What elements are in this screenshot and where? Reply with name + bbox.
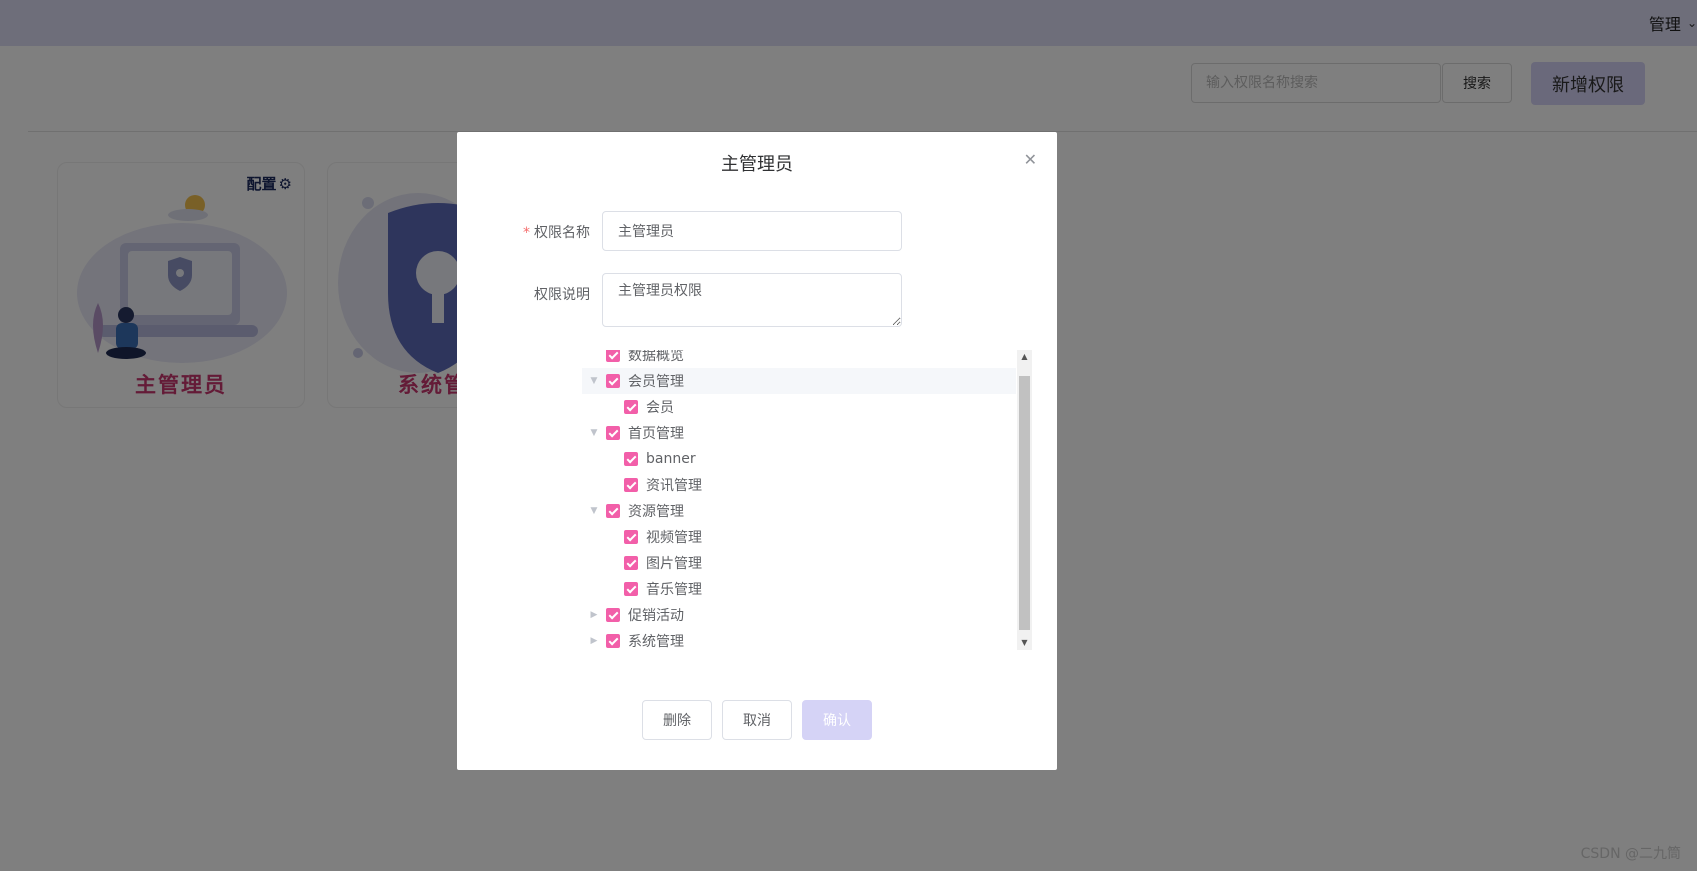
caret-spacer: ▶ bbox=[600, 584, 624, 594]
tree-node[interactable]: ▶ 促销活动 bbox=[582, 602, 1016, 628]
permission-desc-label: 权限说明 bbox=[534, 287, 590, 303]
permission-name-label: * 权限名称 bbox=[497, 222, 590, 242]
permission-dialog: 主管理员 ✕ *权限名称 权限说明 主管理员权限 ▶ 数据概览 ▼ 会员管理 ▶ 会员 ▼ 首… bbox=[457, 132, 1057, 770]
tree-checkbox[interactable] bbox=[624, 582, 638, 596]
required-mark: * bbox=[523, 225, 530, 241]
permission-name-label-text: 权限名称 bbox=[534, 225, 590, 241]
tree-checkbox[interactable] bbox=[606, 374, 620, 388]
tree-checkbox[interactable] bbox=[624, 478, 638, 492]
tree-node[interactable]: ▶ 会员 bbox=[582, 394, 1016, 420]
caret-down-icon[interactable]: ▼ bbox=[582, 428, 606, 438]
tree-node[interactable]: ▶ banner bbox=[582, 446, 1016, 472]
tree-node-label: 系统管理 bbox=[628, 634, 684, 650]
caret-spacer: ▶ bbox=[600, 532, 624, 542]
tree-list: ▶ 数据概览 ▼ 会员管理 ▶ 会员 ▼ 首页管理 ▶ banner ▶ 资讯管理 ▼ 资源管理 ▶ 视频管理… bbox=[582, 350, 1016, 650]
delete-button[interactable]: 删除 bbox=[642, 700, 712, 740]
close-icon[interactable]: ✕ bbox=[1024, 150, 1037, 169]
tree-node[interactable]: ▼ 资源管理 bbox=[582, 498, 1016, 524]
tree-node[interactable]: ▶ 音乐管理 bbox=[582, 576, 1016, 602]
caret-spacer: ▶ bbox=[600, 558, 624, 568]
tree-node-label: 会员管理 bbox=[628, 374, 684, 390]
tree-node-label: 数据概览 bbox=[628, 350, 684, 364]
permission-desc-input[interactable]: 主管理员权限 bbox=[602, 273, 902, 327]
tree-node[interactable]: ▼ 会员管理 bbox=[582, 368, 1016, 394]
tree-node[interactable]: ▶ 数据概览 bbox=[582, 350, 1016, 368]
tree-node[interactable]: ▼ 首页管理 bbox=[582, 420, 1016, 446]
tree-checkbox[interactable] bbox=[606, 608, 620, 622]
tree-node-label: 会员 bbox=[646, 400, 674, 416]
tree-checkbox[interactable] bbox=[624, 530, 638, 544]
tree-node-label: 视频管理 bbox=[646, 530, 702, 546]
tree-node[interactable]: ▶ 资讯管理 bbox=[582, 472, 1016, 498]
tree-node-label: 促销活动 bbox=[628, 608, 684, 624]
confirm-button[interactable]: 确认 bbox=[802, 700, 872, 740]
permission-name-input[interactable] bbox=[602, 211, 902, 251]
caret-spacer: ▶ bbox=[600, 454, 624, 464]
tree-checkbox[interactable] bbox=[624, 556, 638, 570]
tree-node-label: 音乐管理 bbox=[646, 582, 702, 598]
tree-checkbox[interactable] bbox=[606, 504, 620, 518]
tree-node[interactable]: ▶ 视频管理 bbox=[582, 524, 1016, 550]
caret-spacer: ▶ bbox=[582, 350, 606, 360]
tree-node-label: 图片管理 bbox=[646, 556, 702, 572]
cancel-button[interactable]: 取消 bbox=[722, 700, 792, 740]
tree-node-label: banner bbox=[646, 451, 696, 467]
scroll-up-icon[interactable]: ▲ bbox=[1017, 350, 1032, 364]
caret-spacer: ▶ bbox=[600, 402, 624, 412]
tree-checkbox[interactable] bbox=[606, 634, 620, 648]
dialog-title: 主管理员 bbox=[721, 154, 793, 175]
caret-down-icon[interactable]: ▼ bbox=[582, 506, 606, 516]
tree-checkbox[interactable] bbox=[606, 350, 620, 362]
permission-tree[interactable]: ▶ 数据概览 ▼ 会员管理 ▶ 会员 ▼ 首页管理 ▶ banner ▶ 资讯管理 ▼ 资源管理 ▶ 视频管理… bbox=[582, 350, 1032, 650]
tree-node-label: 首页管理 bbox=[628, 426, 684, 442]
watermark: CSDN @二九筒 bbox=[1580, 846, 1681, 862]
tree-checkbox[interactable] bbox=[624, 452, 638, 466]
tree-checkbox[interactable] bbox=[624, 400, 638, 414]
tree-node[interactable]: ▶ 系统管理 bbox=[582, 628, 1016, 650]
tree-node[interactable]: ▶ 图片管理 bbox=[582, 550, 1016, 576]
tree-node-label: 资源管理 bbox=[628, 504, 684, 520]
caret-down-icon[interactable]: ▼ bbox=[582, 376, 606, 386]
caret-right-icon[interactable]: ▶ bbox=[582, 636, 606, 646]
tree-node-label: 资讯管理 bbox=[646, 478, 702, 494]
tree-scrollbar[interactable]: ▲ ▼ bbox=[1017, 350, 1032, 650]
scroll-down-icon[interactable]: ▼ bbox=[1017, 636, 1032, 650]
scroll-thumb[interactable] bbox=[1019, 376, 1030, 630]
caret-right-icon[interactable]: ▶ bbox=[582, 610, 606, 620]
caret-spacer: ▶ bbox=[600, 480, 624, 490]
tree-checkbox[interactable] bbox=[606, 426, 620, 440]
